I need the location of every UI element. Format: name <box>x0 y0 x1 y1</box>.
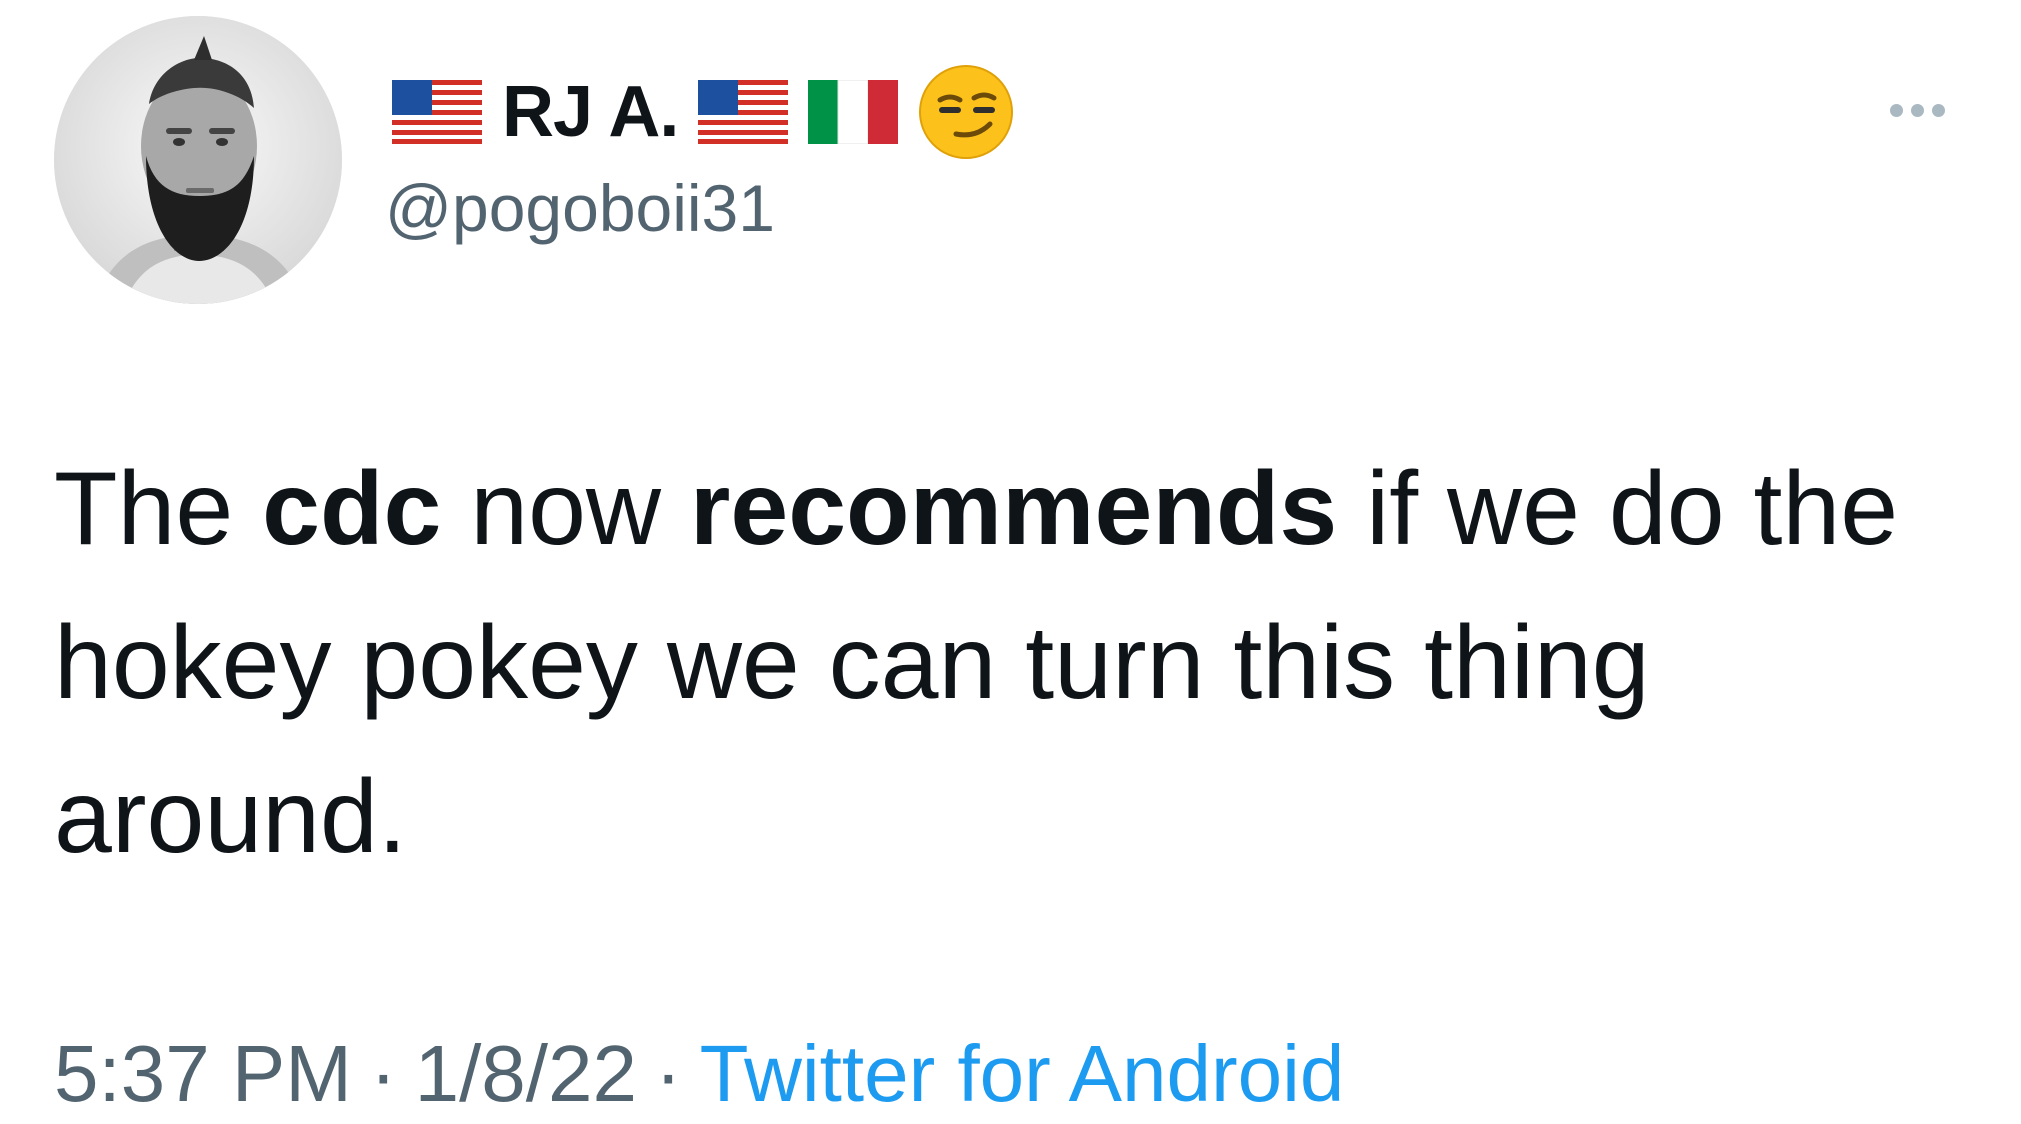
tweet-text: The cdc now recommends if we do the hoke… <box>54 432 1984 894</box>
italy-flag-icon <box>808 80 899 144</box>
text-segment-bold: recommends <box>689 451 1338 567</box>
smirking-face-icon <box>918 64 1014 160</box>
us-flag-icon <box>392 80 482 144</box>
text-segment-bold: cdc <box>262 451 442 567</box>
name-row: RJ A. <box>392 62 1014 162</box>
avatar[interactable] <box>54 16 342 304</box>
us-flag-icon <box>698 80 789 144</box>
separator: · <box>369 1029 397 1118</box>
display-name[interactable]: RJ A. <box>502 71 679 153</box>
tweet-card: RJ A. @pogoboii31 The cdc now recommends… <box>0 0 2021 1124</box>
dot <box>1889 103 1903 117</box>
dot <box>1910 103 1924 117</box>
text-segment: now <box>441 451 690 567</box>
text-segment: The <box>54 451 263 567</box>
tweet-date[interactable]: 1/8/22 <box>415 1029 637 1118</box>
more-options-icon[interactable] <box>1872 90 1962 130</box>
separator: · <box>655 1029 682 1118</box>
dot <box>1931 103 1945 117</box>
tweet-time[interactable]: 5:37 PM <box>54 1029 352 1118</box>
tweet-meta: 5:37 PM · 1/8/22 · Twitter for Android <box>54 1024 1344 1124</box>
user-handle[interactable]: @pogoboii31 <box>385 170 775 246</box>
profile-photo-icon <box>54 16 342 304</box>
source-link[interactable]: Twitter for Android <box>700 1029 1345 1118</box>
